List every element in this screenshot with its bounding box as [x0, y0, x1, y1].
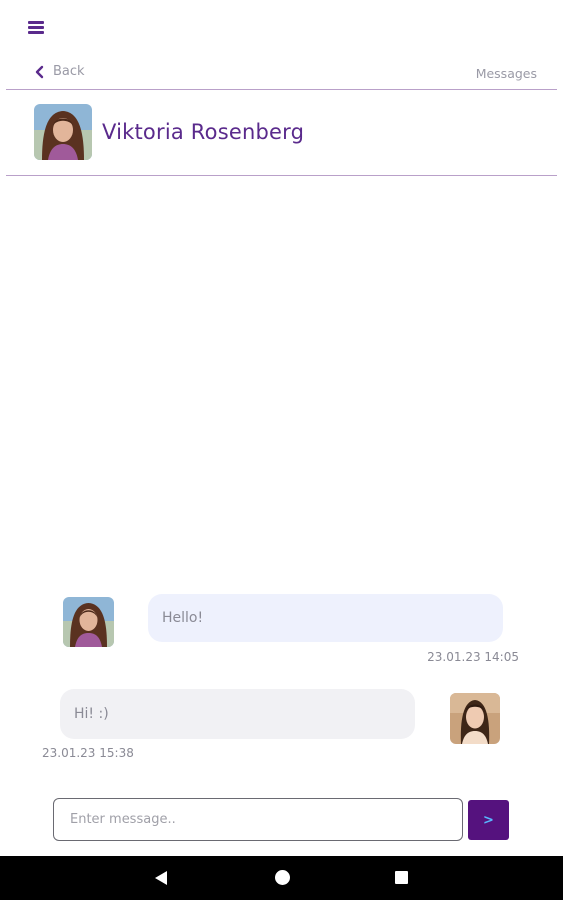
messages-link[interactable]: Messages: [476, 66, 537, 81]
menu-bar-top: [28, 21, 44, 24]
back-label: Back: [53, 64, 85, 79]
message-text: Hi! :): [74, 706, 109, 722]
incoming-message-bubble[interactable]: Hello!: [148, 594, 503, 642]
user-photo: [450, 693, 500, 744]
contact-photo: [34, 104, 92, 160]
message-text: Hello!: [162, 610, 204, 626]
message-input[interactable]: [53, 798, 463, 841]
square-recents-icon[interactable]: [395, 871, 408, 884]
hamburger-menu-icon[interactable]: [26, 18, 48, 38]
message-timestamp: 23.01.23 14:05: [427, 650, 519, 664]
menu-bar-bottom: [28, 31, 44, 34]
back-button[interactable]: Back: [34, 64, 85, 79]
sender-avatar[interactable]: [63, 597, 114, 647]
top-navigation-bar: Back Messages: [6, 60, 557, 90]
system-navigation-bar: [0, 856, 563, 900]
contact-avatar[interactable]: [34, 104, 92, 160]
triangle-back-icon[interactable]: [154, 870, 168, 886]
contact-name: Viktoria Rosenberg: [102, 120, 305, 144]
send-arrow-icon: >: [483, 812, 494, 828]
circle-home-icon[interactable]: [275, 870, 290, 885]
sender-photo: [63, 597, 114, 647]
message-timestamp: 23.01.23 15:38: [42, 746, 134, 760]
user-avatar[interactable]: [450, 693, 500, 744]
chevron-left-icon: [35, 65, 44, 78]
outgoing-message-bubble[interactable]: Hi! :): [60, 689, 415, 739]
contact-header: Viktoria Rosenberg: [6, 90, 557, 176]
send-button[interactable]: >: [468, 800, 509, 840]
menu-bar-middle: [28, 26, 44, 29]
